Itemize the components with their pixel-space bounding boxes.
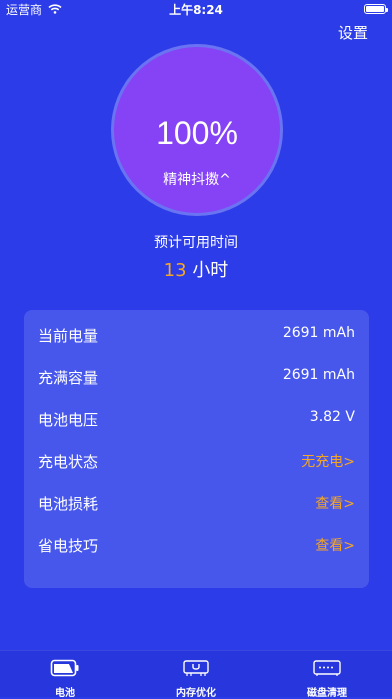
tab-disk-clean[interactable]: 磁盘清理: [262, 651, 392, 699]
info-label: 省电技巧: [38, 537, 99, 555]
info-label: 电池损耗: [38, 495, 99, 513]
battery-info-card: 当前电量 2691 mAh 充满容量 2691 mAh 电池电压 3.82 V …: [24, 310, 369, 588]
status-time: 上午8:24: [169, 3, 223, 17]
battery-gauge-fill: 100% 精神抖擞^: [114, 47, 280, 213]
battery-gauge: 100% 精神抖擞^: [111, 44, 283, 216]
tab-bar: 电池 内存优化 磁盘清理: [0, 650, 392, 699]
estimate-value: 13 小时: [0, 256, 392, 282]
charging-status-link[interactable]: 无充电>: [301, 451, 355, 471]
info-row-battery-wear[interactable]: 电池损耗 查看>: [24, 481, 369, 523]
estimate-hours: 13: [163, 260, 187, 281]
battery-icon: [50, 658, 80, 678]
info-label: 当前电量: [38, 327, 99, 345]
disk-icon: [312, 658, 342, 678]
info-row-power-tips[interactable]: 省电技巧 查看>: [24, 523, 369, 565]
info-row-current-charge: 当前电量 2691 mAh: [24, 313, 369, 355]
info-label: 充满容量: [38, 369, 99, 387]
battery-percent: 100%: [156, 115, 238, 151]
battery-indicator: [364, 4, 388, 14]
tab-label: 内存优化: [176, 688, 216, 699]
estimate-label: 预计可用时间: [154, 235, 238, 251]
info-row-voltage: 电池电压 3.82 V: [24, 397, 369, 439]
status-bar: 运营商 上午8:24: [0, 0, 392, 20]
info-value: 2691 mAh: [282, 325, 355, 341]
battery-wear-link[interactable]: 查看>: [315, 493, 355, 513]
settings-button[interactable]: 设置: [338, 22, 368, 43]
memory-icon: [181, 658, 211, 678]
info-value: 2691 mAh: [282, 367, 355, 383]
power-tips-link[interactable]: 查看>: [315, 535, 355, 555]
battery-mood-status[interactable]: 精神抖擞^: [114, 169, 280, 189]
battery-outline-icon: [364, 4, 388, 14]
info-label: 电池电压: [38, 411, 99, 429]
tab-label: 电池: [55, 688, 75, 699]
info-row-charging-status[interactable]: 充电状态 无充电>: [24, 439, 369, 481]
tab-battery[interactable]: 电池: [0, 651, 130, 699]
tab-label: 磁盘清理: [307, 688, 347, 699]
tab-memory-optimize[interactable]: 内存优化: [131, 651, 261, 699]
estimate-unit: 小时: [192, 260, 229, 281]
info-label: 充电状态: [38, 453, 99, 471]
info-row-full-capacity: 充满容量 2691 mAh: [24, 355, 369, 397]
battery-fill: [366, 6, 384, 12]
info-value: 3.82 V: [309, 409, 355, 425]
